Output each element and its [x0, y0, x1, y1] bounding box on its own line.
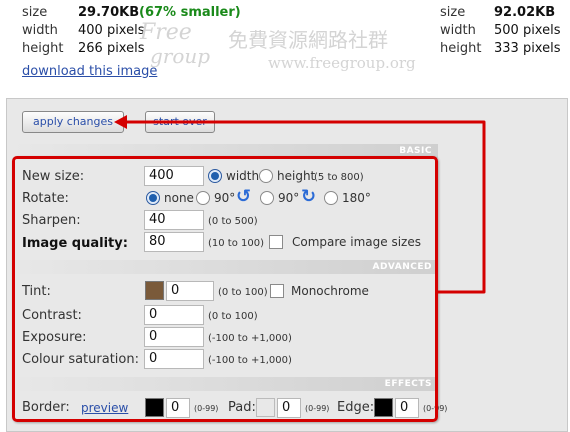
annotation-arrow [114, 115, 486, 294]
arrow-head-icon [114, 115, 127, 129]
